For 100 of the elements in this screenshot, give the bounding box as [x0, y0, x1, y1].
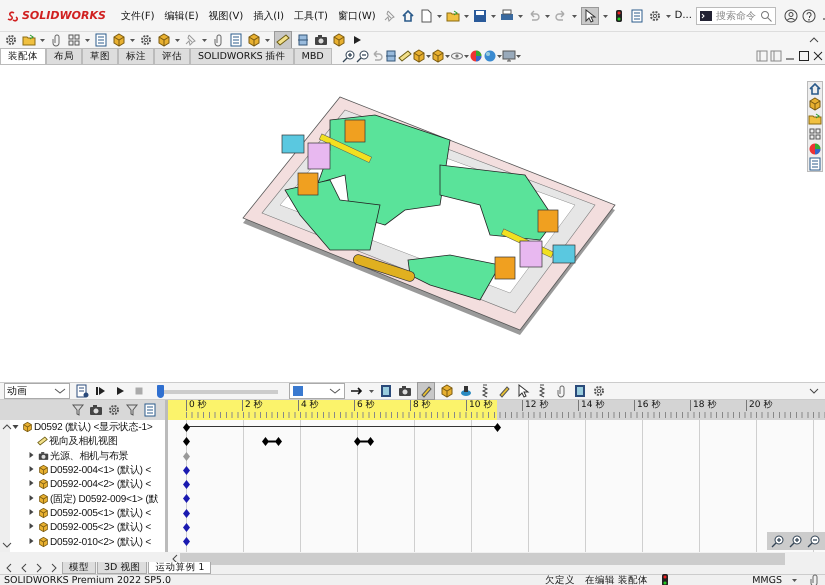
playback-slider[interactable] [157, 384, 278, 398]
appearance-icon[interactable] [468, 49, 483, 63]
cube-icon[interactable] [112, 33, 126, 47]
gear-icon[interactable] [4, 33, 18, 47]
section-view-icon[interactable] [384, 49, 398, 63]
keyframe[interactable] [183, 480, 190, 490]
save-icon[interactable] [472, 8, 487, 22]
home-icon[interactable] [400, 8, 415, 22]
ribbon-tab[interactable]: 评估 [154, 48, 190, 64]
tree-item[interactable]: D0592-005<1> (默认) < [10, 506, 165, 520]
tree-item[interactable]: 视向及相机视图 [10, 434, 165, 449]
ribbon-tab[interactable]: SOLIDWORKS 插件 [190, 48, 294, 64]
slider-thumb[interactable] [157, 384, 164, 398]
menu-item[interactable]: 窗口(W) [334, 6, 379, 24]
new-document-icon[interactable] [418, 8, 433, 22]
restore-icon[interactable] [797, 49, 811, 63]
settings-icon[interactable] [592, 384, 606, 398]
keyframe[interactable] [183, 423, 190, 432]
help-icon[interactable] [802, 8, 816, 22]
close-icon[interactable] [811, 49, 825, 63]
key-pair[interactable] [354, 437, 374, 446]
time-label: 0 秒 [186, 400, 242, 411]
display-style-icon[interactable] [430, 49, 445, 63]
keyframe[interactable] [183, 494, 190, 504]
settings-icon[interactable] [648, 8, 662, 22]
tree-item[interactable]: 光源、相机与布景 [10, 448, 165, 463]
time-label: 16 秒 [634, 400, 690, 411]
folder-icon[interactable] [808, 112, 822, 126]
list-icon[interactable] [808, 157, 822, 171]
keyframe[interactable] [494, 423, 500, 432]
ribbon-tab[interactable]: 标注 [118, 48, 154, 64]
menu-item[interactable]: 工具(T) [291, 6, 331, 24]
open-folder-icon[interactable] [446, 8, 460, 22]
ribbon-tab[interactable]: 布局 [46, 48, 82, 64]
search-field[interactable]: 搜索命令 [696, 6, 776, 24]
menu-item[interactable]: 视图(V) [206, 6, 246, 24]
calculate-icon[interactable] [75, 384, 89, 398]
menu-item[interactable]: 文件(F) [118, 6, 158, 24]
zoom-fit-icon[interactable] [771, 534, 785, 548]
grid-icon[interactable] [67, 33, 81, 47]
bottom-tab[interactable]: 模型 [62, 562, 96, 574]
appearance-icon[interactable] [808, 142, 822, 156]
zoom-in-icon[interactable] [789, 534, 803, 548]
folder-icon[interactable] [22, 33, 36, 47]
key-pair[interactable] [262, 437, 282, 446]
print-icon[interactable] [500, 8, 514, 22]
ribbon-tab[interactable]: 草图 [82, 48, 118, 64]
view-orientation-icon[interactable] [412, 49, 426, 63]
assembly-icon [22, 420, 33, 434]
tree-item[interactable]: (固定) D0592-009<1> (默 [10, 491, 165, 506]
bottom-tab[interactable]: 运动算例 1 [148, 562, 212, 574]
tree-item[interactable]: D0592-004<2> (默认) < [10, 477, 165, 492]
keyframe[interactable] [183, 508, 190, 518]
tree-item[interactable]: D0592-004<1> (默认) < [10, 462, 165, 478]
section-icon[interactable] [296, 33, 310, 47]
menu-item[interactable]: 编辑(E) [161, 6, 202, 24]
list-icon[interactable] [630, 8, 644, 22]
units-selector[interactable]: MMGS [752, 574, 782, 585]
tree-item[interactable]: D0592 (默认) <显示状态-1> [10, 420, 165, 434]
keyframe[interactable] [183, 523, 190, 532]
cube-icon[interactable] [247, 33, 261, 47]
home-icon[interactable] [808, 82, 822, 96]
toolbar-overflow[interactable]: D... [674, 10, 692, 21]
results-icon[interactable] [573, 384, 587, 398]
cube-icon[interactable] [157, 33, 171, 47]
camera-icon[interactable] [314, 33, 328, 47]
pane-icon[interactable] [755, 49, 769, 63]
logo-mark-icon [6, 8, 20, 22]
zoom-out-icon[interactable] [807, 534, 821, 548]
bottom-tab[interactable]: 3D 视图 [97, 562, 148, 574]
menu-item[interactable]: 插入(I) [250, 6, 288, 24]
save-animation-icon[interactable] [379, 384, 393, 398]
timeline-ruler[interactable]: 0 秒 2 秒 4 秒 6 秒 8 秒 10 秒 12 秒 14 秒 16 秒 18 秒 20 秒 [168, 400, 825, 420]
study-type-dropdown[interactable]: 动画 [4, 383, 70, 399]
tree-item[interactable]: D0592-005<2> (默认) < [10, 520, 165, 534]
ribbon-tab[interactable]: MBD [294, 48, 332, 64]
ribbon-tab[interactable]: 装配体 [0, 48, 46, 64]
user-icon[interactable] [784, 8, 798, 22]
list-icon[interactable] [229, 33, 243, 47]
time-label: 8 秒 [410, 400, 466, 411]
zoom-fit-icon[interactable] [342, 49, 356, 63]
scene-icon[interactable] [482, 49, 497, 63]
filter-selected-icon[interactable] [125, 403, 139, 417]
grid-icon[interactable] [808, 127, 822, 141]
motor-icon[interactable] [459, 384, 473, 398]
tree-item[interactable]: D0592-010<2> (默认) < [10, 534, 165, 549]
filter-icon[interactable] [71, 403, 85, 417]
monitor-icon[interactable] [502, 49, 516, 63]
settings-icon[interactable] [139, 33, 153, 47]
part-icon [38, 506, 49, 520]
zoom-area-icon[interactable] [356, 49, 370, 63]
keyframe[interactable] [183, 437, 190, 446]
pointer-icon[interactable] [582, 8, 597, 22]
cube-icon[interactable] [808, 97, 822, 111]
pointer-icon[interactable] [516, 384, 530, 398]
tree-item-label: D0592-004<1> (默认) < [50, 464, 151, 478]
cube-icon[interactable] [332, 33, 346, 47]
keyframe[interactable] [183, 466, 190, 475]
playback-speed-dropdown[interactable] [289, 383, 345, 399]
keyframe[interactable] [183, 537, 190, 546]
